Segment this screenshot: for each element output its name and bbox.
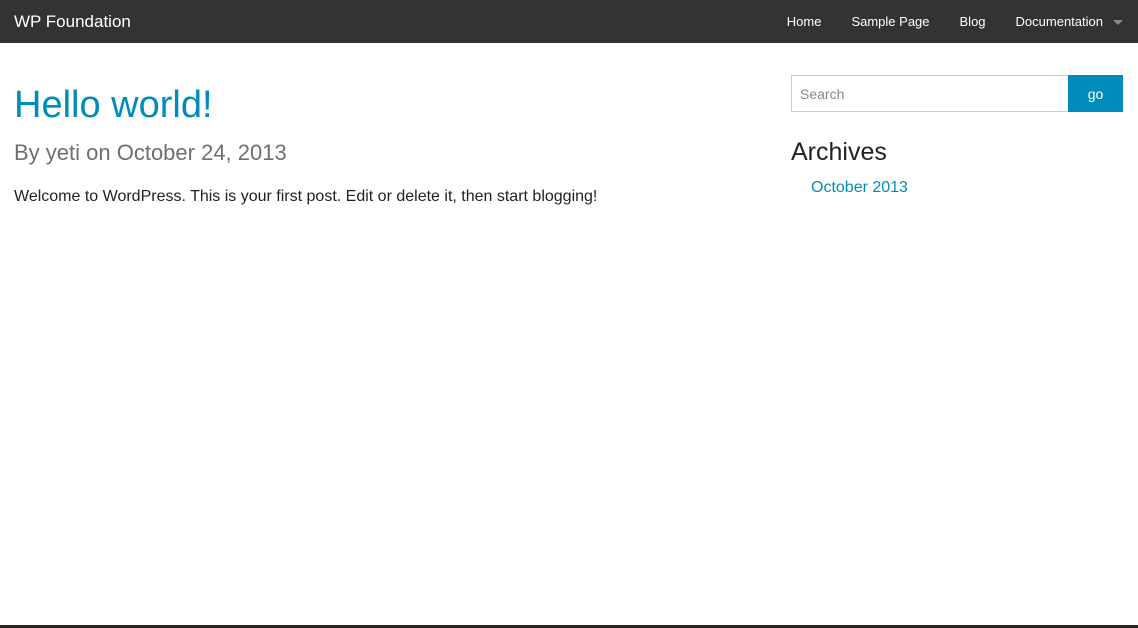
archives-list: October 2013: [791, 177, 1123, 199]
nav-item-label: Documentation: [1015, 14, 1103, 29]
archives-title: Archives: [791, 138, 887, 166]
post-meta: By yeti on October 24, 2013: [14, 140, 287, 165]
main-nav: Home Sample Page Blog Documentation: [772, 0, 1138, 43]
search-form: go: [791, 75, 1123, 112]
archive-link-october-2013[interactable]: October 2013: [811, 179, 908, 196]
nav-item-sample-page[interactable]: Sample Page: [836, 0, 944, 43]
nav-item-home[interactable]: Home: [772, 0, 837, 43]
post-article: Hello world! By yeti on October 24, 2013…: [14, 84, 714, 208]
nav-item-label: Blog: [959, 14, 986, 29]
site-brand-link[interactable]: WP Foundation: [0, 12, 131, 32]
top-bar: WP Foundation Home Sample Page Blog Docu…: [0, 0, 1138, 43]
sidebar: go Archives October 2013: [791, 75, 1123, 199]
list-item: October 2013: [811, 177, 1123, 199]
nav-item-label: Sample Page: [851, 14, 930, 29]
nav-item-documentation[interactable]: Documentation: [1001, 0, 1123, 43]
post-body: Welcome to WordPress. This is your first…: [14, 188, 598, 205]
search-go-button[interactable]: go: [1068, 75, 1123, 112]
nav-item-blog[interactable]: Blog: [945, 0, 1001, 43]
nav-item-label: Home: [786, 14, 822, 29]
search-input[interactable]: [791, 75, 1068, 112]
post-title-link[interactable]: Hello world!: [14, 84, 714, 126]
chevron-down-icon[interactable]: [1113, 19, 1123, 25]
